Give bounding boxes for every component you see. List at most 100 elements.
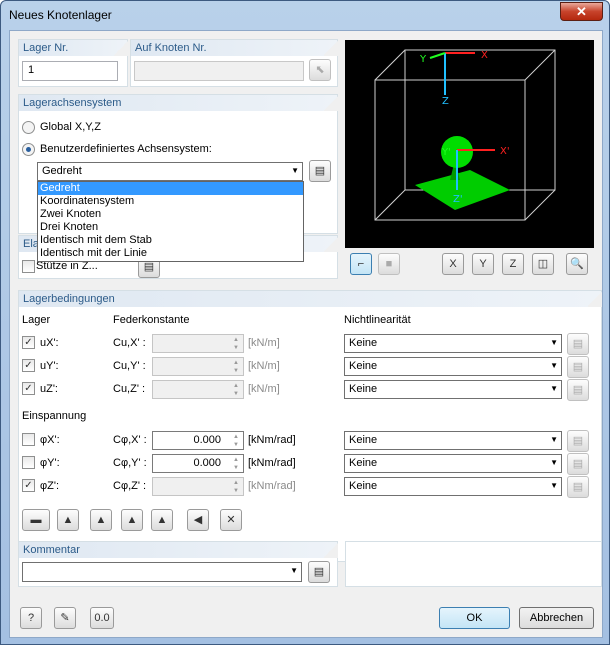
spring-input[interactable]: ▲ ▼	[152, 477, 244, 496]
wall-support-icon: ◀	[193, 514, 203, 526]
global-radio[interactable]	[22, 121, 35, 134]
stuetze-checkbox[interactable]	[22, 260, 35, 273]
spring-input[interactable]: ▲ ▼	[152, 357, 244, 376]
kommentar-info-panel	[345, 541, 602, 587]
ok-button[interactable]: OK	[439, 607, 510, 629]
view-z-icon: Z	[509, 258, 517, 270]
spin-down-icon[interactable]: ▼	[230, 487, 242, 495]
condition-checkbox[interactable]	[22, 456, 35, 469]
spring-input[interactable]: 0.000 ▲ ▼	[152, 431, 244, 450]
view-x-button[interactable]: X	[442, 253, 464, 275]
spin-down-icon[interactable]: ▼	[230, 441, 242, 449]
close-button[interactable]: ✕	[560, 2, 603, 21]
auf-knoten-input[interactable]	[134, 61, 304, 81]
nonlinearity-select[interactable]: Keine ▼	[344, 357, 562, 376]
spin-down-icon[interactable]: ▼	[230, 464, 242, 472]
spring-unit: [kN/m]	[248, 337, 280, 349]
lager-nr-input[interactable]: 1	[22, 61, 118, 81]
view-y-button[interactable]: Y	[472, 253, 494, 275]
custom-radio[interactable]	[22, 143, 35, 156]
nonlinearity-select[interactable]: Keine ▼	[344, 477, 562, 496]
support-preset-none-button[interactable]: ▬	[22, 509, 50, 531]
render-mode-button[interactable]: ■	[378, 253, 400, 275]
nonlinearity-select[interactable]: Keine ▼	[344, 334, 562, 353]
notes-button[interactable]: ✎	[54, 607, 76, 629]
nonlinearity-select[interactable]: Keine ▼	[344, 454, 562, 473]
spring-label: Cu,Y' :	[113, 360, 146, 372]
spring-label: Cφ,Z' :	[113, 480, 147, 492]
spring-unit: [kNm/rad]	[248, 480, 296, 492]
window-title: Neues Knotenlager	[9, 8, 112, 22]
dropdown-option[interactable]: Koordinatensystem	[38, 195, 303, 208]
spin-up-icon[interactable]: ▲	[230, 382, 242, 390]
kommentar-input[interactable]: ▼	[22, 562, 302, 582]
nonlinearity-value: Keine	[349, 434, 378, 446]
edit-dialog-icon: ▤	[572, 338, 584, 350]
edit-dialog-icon: ▤	[313, 566, 325, 578]
dropdown-option[interactable]: Gedreht	[38, 182, 303, 195]
local-z-label: Z'	[453, 194, 463, 205]
spring-input[interactable]: ▲ ▼	[152, 380, 244, 399]
spring-input[interactable]: 0.000 ▲ ▼	[152, 454, 244, 473]
view-y-icon: Y	[479, 258, 487, 270]
axis-system-select[interactable]: Gedreht ▼	[37, 162, 303, 181]
help-button[interactable]: ?	[20, 607, 42, 629]
edit-dialog-icon: ▤	[572, 361, 584, 373]
nonlinearity-edit-button[interactable]: ▤	[567, 430, 589, 452]
support-preset-wall-button[interactable]: ◀	[187, 509, 209, 531]
nonlinearity-edit-button[interactable]: ▤	[567, 333, 589, 355]
spin-down-icon[interactable]: ▼	[230, 367, 242, 375]
condition-checkbox[interactable]: ✓	[22, 479, 35, 492]
spring-input[interactable]: ▲ ▼	[152, 334, 244, 353]
kommentar-edit-button[interactable]: ▤	[308, 561, 330, 583]
nonlinearity-select[interactable]: Keine ▼	[344, 380, 562, 399]
condition-checkbox[interactable]: ✓	[22, 336, 35, 349]
condition-checkbox[interactable]: ✓	[22, 359, 35, 372]
view-z-button[interactable]: Z	[502, 253, 524, 275]
spin-down-icon[interactable]: ▼	[230, 344, 242, 352]
nonlinearity-edit-button[interactable]: ▤	[567, 379, 589, 401]
spin-down-icon[interactable]: ▼	[230, 390, 242, 398]
global-x-label: X	[481, 50, 488, 61]
local-y-label: Y'	[441, 147, 451, 158]
chevron-down-icon: ▼	[550, 338, 558, 347]
nonlinearity-edit-button[interactable]: ▤	[567, 356, 589, 378]
spin-up-icon[interactable]: ▲	[230, 433, 242, 441]
dropdown-option[interactable]: Drei Knoten	[38, 221, 303, 234]
zoom-icon: 🔍	[570, 258, 584, 270]
support-preset-free-button[interactable]: ✕	[220, 509, 242, 531]
free-icon: ✕	[226, 514, 236, 526]
global-label: Global X,Y,Z	[40, 121, 101, 133]
spin-up-icon[interactable]: ▲	[230, 359, 242, 367]
spin-up-icon[interactable]: ▲	[230, 456, 242, 464]
kommentar-header: Kommentar	[19, 542, 338, 558]
support-preset-x-button[interactable]: ▲	[121, 509, 143, 531]
cancel-button[interactable]: Abbrechen	[519, 607, 594, 629]
spin-up-icon[interactable]: ▲	[230, 336, 242, 344]
nonlinearity-value: Keine	[349, 337, 378, 349]
calculator-button[interactable]: 0.0	[90, 607, 114, 629]
support-preset-fixed-button[interactable]: ▲	[90, 509, 112, 531]
condition-checkbox[interactable]	[22, 433, 35, 446]
dropdown-option[interactable]: Identisch mit der Linie	[38, 247, 303, 260]
condition-label: uY':	[40, 360, 59, 372]
pick-node-button[interactable]: ⬉	[309, 59, 331, 81]
iso-cube-icon: ◫	[537, 258, 549, 270]
axis-edit-button[interactable]: ▤	[309, 160, 331, 182]
support-3d-view[interactable]: X Y Z X' Y' Z'	[345, 40, 594, 248]
spin-up-icon[interactable]: ▲	[230, 479, 242, 487]
view-iso-button[interactable]: ◫	[532, 253, 554, 275]
dropdown-option[interactable]: Zwei Knoten	[38, 208, 303, 221]
dropdown-option[interactable]: Identisch mit dem Stab	[38, 234, 303, 247]
condition-checkbox[interactable]: ✓	[22, 382, 35, 395]
axis-view-toggle-button[interactable]: ⌐	[350, 253, 372, 275]
nonlinearity-select[interactable]: Keine ▼	[344, 431, 562, 450]
nonlinearity-value: Keine	[349, 480, 378, 492]
chevron-down-icon: ▼	[550, 481, 558, 490]
nonlinearity-edit-button[interactable]: ▤	[567, 453, 589, 475]
support-preset-y-button[interactable]: ▲	[151, 509, 173, 531]
zoom-all-button[interactable]: 🔍	[566, 253, 588, 275]
nonlinearity-edit-button[interactable]: ▤	[567, 476, 589, 498]
support-preset-hinged-button[interactable]: ▲	[57, 509, 79, 531]
spring-unit: [kNm/rad]	[248, 457, 296, 469]
